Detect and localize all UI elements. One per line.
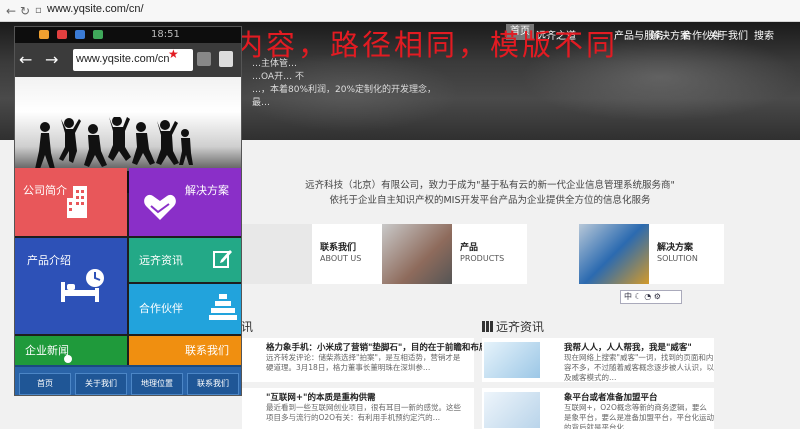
handshake-heart-icon xyxy=(144,194,176,220)
news-left-heading: 讯 xyxy=(241,320,254,334)
tile-partners[interactable]: 合作伙伴 xyxy=(129,284,241,334)
phone-status-bar: 18:51 xyxy=(15,27,241,43)
jumping-people-silhouette xyxy=(35,117,193,169)
phone-browser-toolbar: ← → www.yqsite.com/cn ★ xyxy=(15,43,241,77)
refresh-icon[interactable]: ↻ xyxy=(20,4,30,18)
nav-item-search[interactable]: 搜索 xyxy=(754,27,774,42)
list-item[interactable]: 象平台或者准备加盟平台 互联网+，O2O概念等新的商务逻辑，要么是象平台，要么是… xyxy=(482,388,714,429)
list-item[interactable]: 格力象手机：小米成了营销"垫脚石"，目的在于前瞻和布局 远齐转发评论：储柴燕选择… xyxy=(242,338,487,382)
notification-icon xyxy=(75,30,85,39)
clock: 18:51 xyxy=(151,29,180,40)
nav-item-about[interactable]: 关于我们 xyxy=(708,27,748,42)
dot-icon xyxy=(64,355,72,363)
address-bar[interactable]: www.yqsite.com/cn/ xyxy=(47,3,144,15)
intro-text: 远齐科技（北京）有限公司，致力于成为"基于私有云的新一代企业信息管理系统服务商"… xyxy=(305,180,675,206)
language-widget-label: 中 xyxy=(624,292,632,301)
bed-clock-icon xyxy=(61,269,104,302)
notification-icon xyxy=(57,30,67,39)
notification-icon xyxy=(39,30,49,39)
building-icon xyxy=(67,186,87,218)
news-right-heading: 远齐资讯 xyxy=(482,318,544,335)
bookmark-icon[interactable] xyxy=(219,51,233,67)
phone-footer-nav: 首页 关于我们 地理位置 联系我们 xyxy=(15,365,241,395)
forward-arrow-icon[interactable]: → xyxy=(45,50,58,69)
tabs-icon[interactable] xyxy=(197,52,211,66)
list-item[interactable]: 我帮人人，人人帮我，我是"威客" 现在网络上搜索"威客"一词，找到的页面和内容不… xyxy=(482,338,714,382)
tile-news-info[interactable]: 远齐资讯 xyxy=(129,238,241,282)
tile-company-intro[interactable]: 公司简介 xyxy=(15,168,127,236)
browser-toolbar: ← ↻ ▫ www.yqsite.com/cn/ xyxy=(0,0,800,22)
stack-icon xyxy=(209,294,237,320)
star-icon[interactable]: ★ xyxy=(168,47,179,61)
back-icon[interactable]: ← xyxy=(6,4,16,18)
page-icon: ▫ xyxy=(35,5,42,16)
card-solution[interactable]: 解决方案 SOLUTION xyxy=(579,224,724,284)
tile-contact[interactable]: 联系我们 xyxy=(129,336,241,365)
edit-icon xyxy=(213,250,232,268)
tile-solutions[interactable]: 解决方案 xyxy=(129,168,241,236)
language-widget[interactable]: 中 ☾ ◔ ⚙ xyxy=(620,290,682,304)
back-arrow-icon[interactable]: ← xyxy=(19,50,32,69)
carousel-dots[interactable] xyxy=(456,138,496,140)
footer-about[interactable]: 关于我们 xyxy=(75,373,127,395)
list-item[interactable]: "互联网+"的本质是重构供需 最近看到一些互联网创业项目，很有耳目一新的感觉。这… xyxy=(242,388,474,429)
mobile-preview: 18:51 ← → www.yqsite.com/cn ★ 公司简介 解决方案 … xyxy=(14,26,242,396)
notification-icon xyxy=(93,30,103,39)
footer-home[interactable]: 首页 xyxy=(19,373,71,395)
tile-company-news[interactable]: 企业新闻 xyxy=(15,336,127,365)
grid-icon xyxy=(482,321,493,332)
card-contact[interactable]: 联系我们 ABOUT US xyxy=(242,224,387,284)
footer-location[interactable]: 地理位置 xyxy=(131,373,183,395)
tile-products[interactable]: 产品介绍 xyxy=(15,238,127,334)
footer-contact[interactable]: 联系我们 xyxy=(187,373,239,395)
banner-text: …主体管… …OA开… 不 …，本着80%利润，20%定制化的开发理念，最… xyxy=(252,59,437,108)
card-products[interactable]: 产品 PRODUCTS xyxy=(382,224,527,284)
